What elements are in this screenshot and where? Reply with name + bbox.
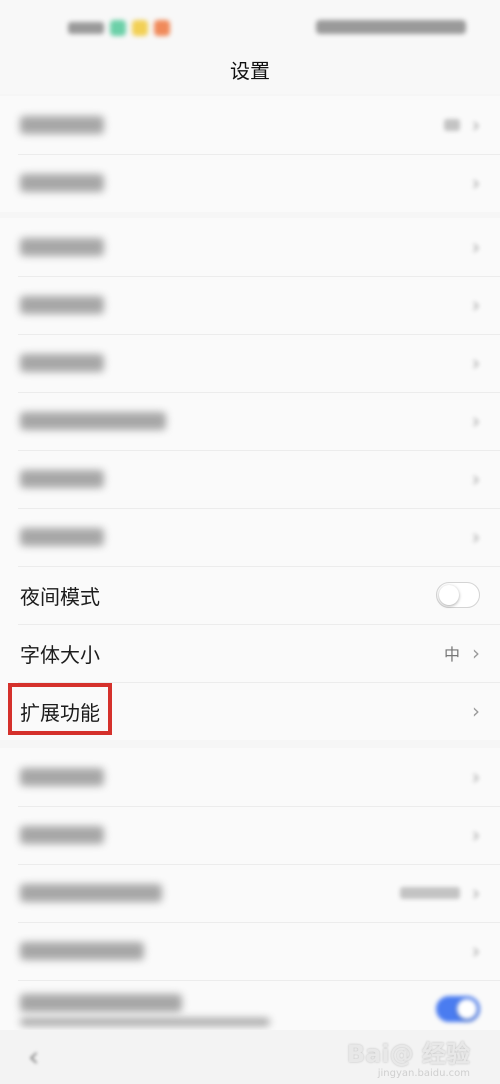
row-label — [20, 116, 104, 134]
watermark-url: jingyan.baidu.com — [377, 1068, 470, 1079]
status-indicators — [316, 20, 466, 34]
row-value — [444, 119, 460, 131]
chevron-right-icon: › — [472, 823, 480, 847]
settings-row-playback[interactable]: › — [0, 392, 500, 450]
settings-group-general: › › › › › › 夜间模式 字体大小 中 › 扩展功能 › — [0, 218, 500, 740]
chevron-right-icon: › — [472, 351, 480, 375]
settings-group-account: › › — [0, 96, 500, 212]
watermark-logo: Bai@ 经验 — [346, 1040, 470, 1068]
back-arrow-icon[interactable]: ‹ — [28, 1040, 39, 1073]
night-mode-toggle[interactable] — [436, 582, 480, 608]
status-time — [68, 22, 104, 34]
chevron-right-icon: › — [472, 525, 480, 549]
row-label — [20, 354, 104, 372]
chevron-right-icon: › — [472, 765, 480, 789]
toggle-knob — [439, 585, 459, 605]
nav-bar: 设置 — [0, 48, 500, 94]
app-notification-icon — [132, 20, 148, 36]
settings-row-payment[interactable]: › — [0, 218, 500, 276]
annotation-highlight-box — [8, 683, 112, 735]
toggle-knob — [457, 999, 477, 1019]
settings-row-cache[interactable]: › — [0, 508, 500, 566]
chevron-right-icon: › — [472, 699, 480, 723]
app-notification-icon — [110, 20, 126, 36]
row-label — [20, 994, 182, 1012]
chevron-right-icon: › — [472, 235, 480, 259]
row-value — [400, 887, 460, 899]
row-label — [20, 174, 104, 192]
row-label — [20, 238, 104, 256]
reading-service-toggle[interactable] — [436, 996, 480, 1022]
chevron-right-icon: › — [472, 171, 480, 195]
settings-group-network: › › › › — [0, 748, 500, 1038]
row-label — [20, 296, 104, 314]
chevron-right-icon: › — [472, 881, 480, 905]
settings-row-voice[interactable]: › — [0, 450, 500, 508]
row-label — [20, 470, 104, 488]
chevron-right-icon: › — [472, 939, 480, 963]
chevron-right-icon: › — [472, 293, 480, 317]
row-label — [20, 826, 104, 844]
settings-row-font-size[interactable]: 字体大小 中 › — [0, 624, 500, 682]
row-label — [20, 884, 162, 902]
font-size-value: 中 — [443, 645, 460, 664]
row-description — [20, 1018, 270, 1026]
row-label — [20, 768, 104, 786]
chevron-right-icon: › — [472, 409, 480, 433]
app-notification-icon — [154, 20, 170, 36]
night-mode-label: 夜间模式 — [20, 584, 100, 609]
settings-row-ad-block[interactable]: › — [0, 922, 500, 980]
bottom-bar: ‹ Bai@ 经验 jingyan.baidu.com — [0, 1030, 500, 1084]
chevron-right-icon: › — [472, 467, 480, 491]
chevron-right-icon: › — [472, 641, 480, 665]
page-title: 设置 — [230, 59, 270, 83]
status-left — [68, 20, 170, 36]
settings-row-account[interactable]: › — [0, 96, 500, 154]
status-bar — [0, 0, 500, 48]
settings-row-wifi-mode[interactable]: › — [0, 864, 500, 922]
settings-row-network-check[interactable]: › — [0, 806, 500, 864]
settings-row-message[interactable]: › — [0, 276, 500, 334]
row-label — [20, 528, 104, 546]
settings-row-security[interactable]: › — [0, 748, 500, 806]
settings-row-night-mode[interactable]: 夜间模式 — [0, 566, 500, 624]
row-label — [20, 942, 144, 960]
font-size-label: 字体大小 — [20, 642, 100, 667]
row-label — [20, 412, 166, 430]
chevron-right-icon: › — [472, 113, 480, 137]
settings-row-download[interactable]: › — [0, 334, 500, 392]
settings-row-address[interactable]: › — [0, 154, 500, 212]
